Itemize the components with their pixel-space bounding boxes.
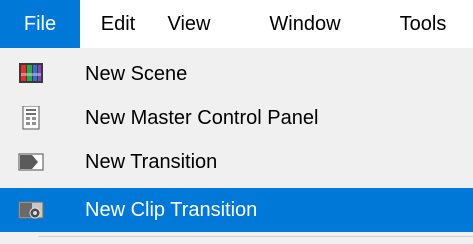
menu-tools[interactable]: Tools <box>388 0 458 48</box>
menu-bar: File Edit View Window Tools <box>0 0 473 48</box>
menu-separator <box>38 236 473 237</box>
menu-item-label: New Scene <box>85 63 188 85</box>
menu-item-new-master-control-panel[interactable]: New Master Control Panel <box>0 96 473 140</box>
menu-edit[interactable]: Edit <box>90 0 146 48</box>
menu-item-new-scene[interactable]: New Scene <box>0 52 473 96</box>
menu-item-new-clip-transition[interactable]: New Clip Transition <box>0 188 473 232</box>
scene-icon <box>18 62 44 86</box>
transition-icon <box>18 150 44 174</box>
menu-file[interactable]: File <box>0 0 80 48</box>
control-panel-icon <box>18 105 44 130</box>
menu-item-label: New Transition <box>85 151 218 173</box>
menu-view[interactable]: View <box>156 0 222 48</box>
menu-item-new-transition[interactable]: New Transition <box>0 140 473 184</box>
file-menu-dropdown: New Scene New Master Control Panel New T… <box>0 48 473 244</box>
clip-transition-icon <box>18 198 44 222</box>
menu-window[interactable]: Window <box>252 0 358 48</box>
menu-item-label: New Master Control Panel <box>85 107 319 129</box>
menu-item-label: New Clip Transition <box>85 199 258 221</box>
